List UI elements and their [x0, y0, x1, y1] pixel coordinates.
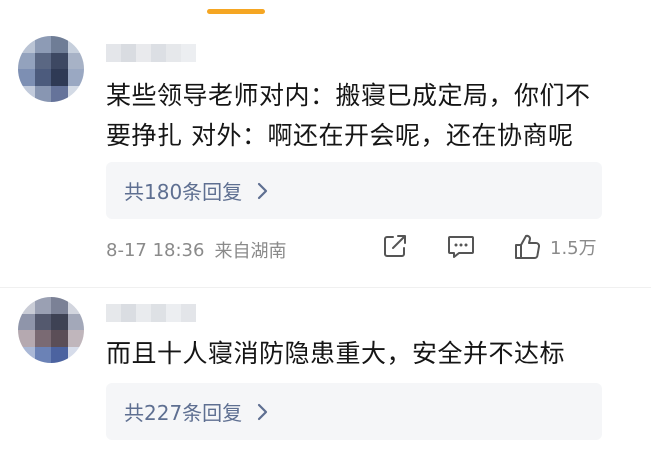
view-replies-button[interactable]: 共227条回复 [106, 383, 602, 440]
share-button[interactable] [381, 232, 409, 260]
share-icon [381, 232, 409, 260]
divider [0, 287, 651, 288]
avatar[interactable] [18, 36, 84, 102]
like-button[interactable]: 1.5万 [512, 232, 597, 262]
like-count: 1.5万 [550, 238, 597, 259]
chevron-right-icon [254, 181, 270, 201]
comment-button[interactable] [446, 232, 476, 260]
comment-item: 某些领导老师对内：搬寝已成定局，你们不 要挣扎 对外：啊还在开会呢，还在协商呢 … [0, 0, 651, 290]
thumbs-up-icon [512, 232, 542, 262]
location-label: 来自湖南 [214, 241, 287, 262]
comment-item: 而且十人寝消防隐患重大，安全并不达标 共227条回复 [0, 290, 651, 451]
comment-text-line: 而且十人寝消防隐患重大，安全并不达标 [106, 339, 566, 368]
timestamp: 8-17 18:36 [106, 239, 205, 261]
comment-thread: 某些领导老师对内：搬寝已成定局，你们不 要挣扎 对外：啊还在开会呢，还在协商呢 … [0, 0, 651, 451]
username-blurred[interactable] [106, 304, 196, 322]
comment-text: 而且十人寝消防隐患重大，安全并不达标 [106, 334, 626, 374]
comment-text-line: 某些领导老师对内：搬寝已成定局，你们不 [106, 81, 591, 110]
comment-icon [446, 232, 476, 260]
comment-text: 某些领导老师对内：搬寝已成定局，你们不 要挣扎 对外：啊还在开会呢，还在协商呢 [106, 76, 626, 156]
chevron-right-icon [254, 402, 270, 422]
reply-count-label: 共180条回复 [124, 180, 243, 204]
comment-text-line: 要挣扎 对外：啊还在开会呢，还在协商呢 [106, 121, 574, 150]
view-replies-button[interactable]: 共180条回复 [106, 162, 602, 219]
avatar[interactable] [18, 297, 84, 363]
username-blurred[interactable] [106, 44, 196, 62]
reply-count-label: 共227条回复 [124, 401, 243, 425]
